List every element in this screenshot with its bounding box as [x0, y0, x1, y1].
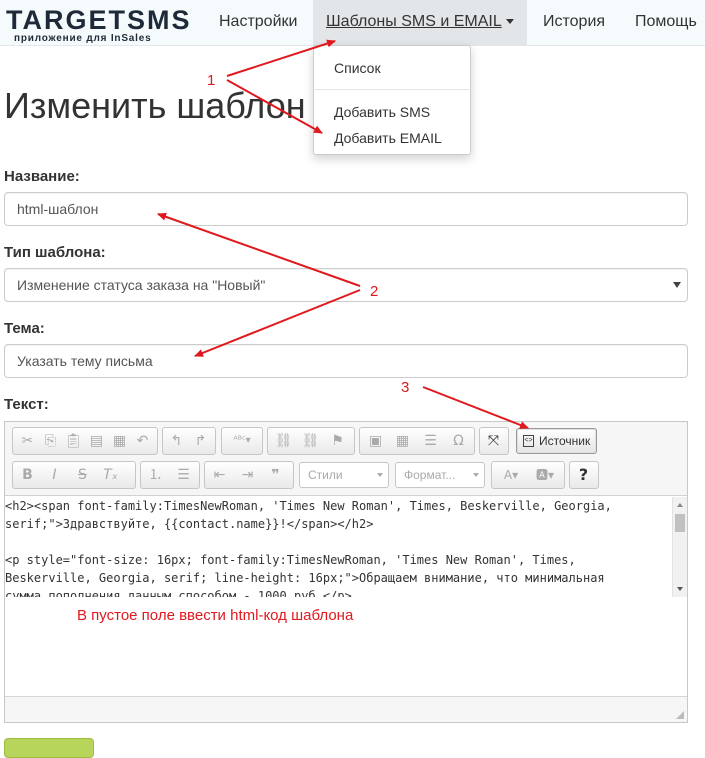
subject-label: Тема: — [4, 320, 45, 337]
nav-help-label: Помощь — [635, 13, 697, 30]
code-line: Beskerville, Georgia, serif; line-height… — [5, 571, 605, 585]
numbered-list-icon[interactable]: ⒈ — [144, 462, 167, 488]
save-button[interactable] — [4, 738, 94, 758]
nav-templates-dropdown[interactable]: Шаблоны SMS и EMAIL — [313, 0, 527, 46]
code-line: serif;">Здравствуйте, {{contact.name}}!<… — [5, 517, 374, 531]
nav-help[interactable]: Помощь — [621, 0, 705, 46]
spellcheck-icon[interactable]: ᴬᴮᶜ▾ — [224, 428, 260, 454]
redo-arrow-icon[interactable]: ↱ — [189, 428, 212, 454]
rich-text-editor: ✂ ⎘ 📋︎ ▤ ▦ ↶ ↰ ↱ ᴬᴮᶜ▾ ⛓ ⛓ ⚑ ▣ ▦ ☰ Ω ⤧ <>… — [4, 421, 688, 723]
maximize-icon[interactable]: ⤧ — [482, 428, 505, 454]
undo-icon[interactable]: ↶ — [131, 428, 154, 454]
subject-input[interactable]: Указать тему письма — [4, 344, 688, 378]
code-line: <h2><span font-family:TimesNewRoman, 'Ti… — [5, 499, 612, 513]
source-button[interactable]: <> Источник — [516, 428, 597, 454]
styles-combo[interactable]: Стили — [299, 462, 389, 488]
insert-group: ▣ ▦ ☰ Ω — [359, 427, 475, 455]
top-navbar: TARGETSMS приложение для InSales Настрой… — [0, 0, 705, 46]
nav-history-label: История — [543, 13, 606, 30]
maximize-group: ⤧ — [479, 427, 509, 455]
annotation-hint: В пустое поле ввести html-код шаблона — [77, 607, 354, 624]
text-label: Текст: — [4, 396, 49, 413]
styles-arrow-icon — [377, 473, 383, 477]
unlink-icon[interactable]: ⛓ — [299, 428, 322, 454]
template-type-value: Изменение статуса заказа на "Новый" — [17, 277, 266, 293]
nav-settings-label: Настройки — [219, 13, 298, 30]
source-icon: <> — [523, 435, 534, 447]
logo-subtitle: приложение для InSales — [14, 33, 152, 44]
resize-handle-icon[interactable] — [676, 711, 684, 719]
name-input[interactable]: html-шаблон — [4, 192, 688, 226]
list-group: ⒈ ☰ — [140, 461, 200, 489]
about-group: ? — [569, 461, 599, 489]
styles-combo-label: Стили — [308, 468, 343, 482]
horizontal-line-icon[interactable]: ☰ — [419, 428, 442, 454]
name-label: Название: — [4, 168, 80, 185]
template-type-label: Тип шаблона: — [4, 244, 106, 261]
blockquote-icon[interactable]: ❞ — [264, 462, 287, 488]
bold-icon[interactable]: B — [16, 462, 39, 488]
nav-settings[interactable]: Настройки — [206, 0, 310, 46]
link-group: ⛓ ⛓ ⚑ — [267, 427, 355, 455]
format-combo-label: Формат... — [404, 468, 456, 482]
template-type-select[interactable]: Изменение статуса заказа на "Новый" — [4, 268, 688, 302]
templates-dropdown-menu: Список Добавить SMS Добавить EMAIL — [313, 45, 471, 155]
copy-icon[interactable]: ⎘ — [39, 428, 62, 454]
bullet-list-icon[interactable]: ☰ — [172, 462, 195, 488]
basic-styles-group: B I S Tₓ — [12, 461, 136, 489]
history-group: ↰ ↱ — [162, 427, 216, 455]
scroll-down-icon[interactable] — [677, 587, 683, 591]
source-button-label: Источник — [539, 434, 591, 448]
nav-history[interactable]: История — [528, 0, 621, 46]
text-color-icon[interactable]: A▾ — [495, 462, 527, 488]
targetsms-logo[interactable]: TARGETSMS приложение для InSales — [0, 4, 200, 44]
table-icon[interactable]: ▦ — [391, 428, 414, 454]
italic-icon[interactable]: I — [43, 462, 66, 488]
code-scrollbar[interactable] — [672, 497, 687, 597]
remove-format-icon[interactable]: Tₓ — [99, 462, 122, 488]
color-group: A▾ 🅰︎▾ — [491, 461, 565, 489]
undo-arrow-icon[interactable]: ↰ — [165, 428, 188, 454]
cut-icon[interactable]: ✂ — [16, 428, 39, 454]
anchor-flag-icon[interactable]: ⚑ — [326, 428, 349, 454]
annotation-number-2: 2 — [370, 283, 379, 300]
indent-group: ⇤ ⇥ ❞ — [204, 461, 294, 489]
nav-templates-label: Шаблоны SMS и EMAIL — [326, 13, 502, 30]
spellcheck-group: ᴬᴮᶜ▾ — [221, 427, 263, 455]
scroll-up-icon[interactable] — [677, 503, 683, 507]
caret-down-icon — [505, 19, 514, 25]
scroll-thumb[interactable] — [675, 514, 685, 532]
paste-icon[interactable]: 📋︎ — [62, 428, 85, 454]
help-question-icon[interactable]: ? — [572, 462, 595, 488]
format-combo[interactable]: Формат... — [395, 462, 485, 488]
format-arrow-icon — [473, 473, 479, 477]
html-source-textarea[interactable]: <h2><span font-family:TimesNewRoman, 'Ti… — [5, 497, 687, 597]
image-icon[interactable]: ▣ — [364, 428, 387, 454]
paste-word-icon[interactable]: ▦ — [108, 428, 131, 454]
code-line: сумма пополнения данным способом - 1000 … — [5, 589, 352, 597]
logo-text: TARGETSMS — [6, 5, 192, 35]
code-line: <p style="font-size: 16px; font-family:T… — [5, 553, 576, 567]
editor-toolbar: ✂ ⎘ 📋︎ ▤ ▦ ↶ ↰ ↱ ᴬᴮᶜ▾ ⛓ ⛓ ⚑ ▣ ▦ ☰ Ω ⤧ <>… — [5, 422, 687, 496]
select-arrow-icon — [673, 282, 681, 288]
clipboard-group: ✂ ⎘ 📋︎ ▤ ▦ ↶ — [12, 427, 158, 455]
strike-icon[interactable]: S — [71, 462, 94, 488]
menu-divider — [315, 89, 469, 90]
indent-icon[interactable]: ⇥ — [236, 462, 259, 488]
menu-item-list[interactable]: Список — [334, 60, 381, 76]
menu-item-add-email[interactable]: Добавить EMAIL — [334, 130, 442, 146]
annotation-number-3: 3 — [401, 379, 410, 396]
page-title: Изменить шаблон — [4, 85, 306, 126]
special-char-icon[interactable]: Ω — [447, 428, 470, 454]
paste-text-icon[interactable]: ▤ — [85, 428, 108, 454]
menu-item-add-sms[interactable]: Добавить SMS — [334, 104, 430, 120]
annotation-number-1: 1 — [207, 72, 216, 89]
outdent-icon[interactable]: ⇤ — [208, 462, 231, 488]
editor-status-bar — [5, 696, 687, 722]
background-color-icon[interactable]: 🅰︎▾ — [529, 462, 561, 488]
link-icon[interactable]: ⛓ — [272, 428, 295, 454]
